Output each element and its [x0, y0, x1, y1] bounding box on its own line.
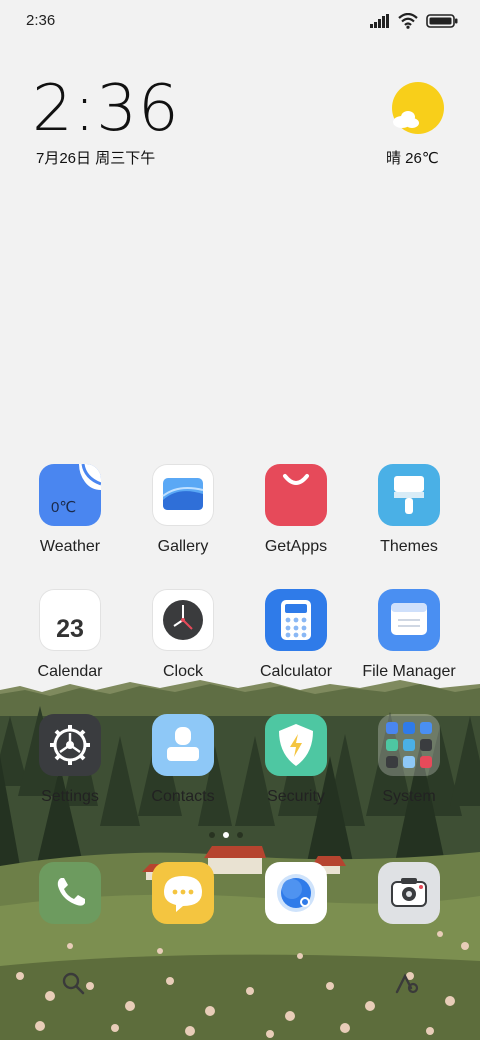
page-indicator[interactable] — [209, 832, 243, 838]
dock-messaging[interactable] — [128, 862, 238, 924]
themes-icon — [378, 464, 440, 526]
dock-browser[interactable] — [241, 862, 351, 924]
clock-widget-time[interactable]: 2:36 — [32, 72, 180, 146]
app-gallery[interactable]: Gallery — [128, 464, 238, 556]
contacts-icon — [152, 714, 214, 776]
app-label: Clock — [162, 663, 203, 680]
search-icon[interactable] — [60, 970, 86, 996]
app-label: File Manager — [362, 663, 456, 680]
app-themes[interactable]: Themes — [354, 464, 464, 556]
wifi-icon — [398, 13, 418, 29]
app-label: Calculator — [259, 663, 333, 680]
app-weather[interactable]: 0℃ Weather — [15, 464, 125, 556]
weather-icon: 0℃ — [39, 464, 101, 526]
app-label: Settings — [41, 788, 99, 805]
app-label: Gallery — [157, 538, 209, 555]
clock-widget-date: 7月26日 周三下午 — [36, 150, 156, 167]
battery-icon — [426, 14, 458, 28]
settings-icon — [39, 714, 101, 776]
app-calendar[interactable]: 23 Calendar — [15, 589, 125, 681]
weather-widget-text: 晴 26℃ — [386, 150, 439, 167]
app-contacts[interactable]: Contacts — [128, 714, 238, 806]
app-calculator[interactable]: Calculator — [241, 589, 351, 681]
browser-icon — [265, 862, 327, 924]
status-icons — [370, 12, 458, 30]
page-dot-active[interactable] — [223, 832, 229, 838]
app-getapps[interactable]: GetApps — [241, 464, 351, 556]
messaging-icon — [152, 862, 214, 924]
sunny-icon[interactable] — [388, 82, 448, 138]
app-label: Security — [267, 788, 325, 805]
camera-icon — [378, 862, 440, 924]
dock-camera[interactable] — [354, 862, 464, 924]
app-file-manager[interactable]: File Manager — [354, 589, 464, 681]
app-label: Contacts — [151, 788, 215, 805]
page-dot[interactable] — [237, 832, 243, 838]
calendar-icon-day: 23 — [56, 615, 84, 643]
app-label: System — [382, 788, 436, 805]
app-label: Calendar — [37, 663, 103, 680]
file-manager-icon — [378, 589, 440, 651]
dock-phone[interactable] — [15, 862, 125, 924]
signal-icon — [370, 14, 389, 28]
folder-system[interactable]: System — [354, 714, 464, 806]
clock-icon — [152, 589, 214, 651]
status-bar-time: 2:36 — [26, 12, 56, 29]
calculator-icon — [265, 589, 327, 651]
phone-icon — [39, 862, 101, 924]
system-folder-icon — [378, 714, 440, 776]
app-label: Weather — [39, 538, 101, 555]
app-label: GetApps — [264, 538, 328, 555]
weather-icon-temp: 0℃ — [51, 499, 77, 516]
gallery-icon — [152, 464, 214, 526]
app-label: Themes — [380, 538, 438, 555]
app-security[interactable]: Security — [241, 714, 351, 806]
assistant-icon[interactable] — [394, 970, 420, 996]
app-clock[interactable]: Clock — [128, 589, 238, 681]
getapps-icon — [265, 464, 327, 526]
app-settings[interactable]: Settings — [15, 714, 125, 806]
security-icon — [265, 714, 327, 776]
page-dot[interactable] — [209, 832, 215, 838]
calendar-icon: 23 — [39, 589, 101, 651]
